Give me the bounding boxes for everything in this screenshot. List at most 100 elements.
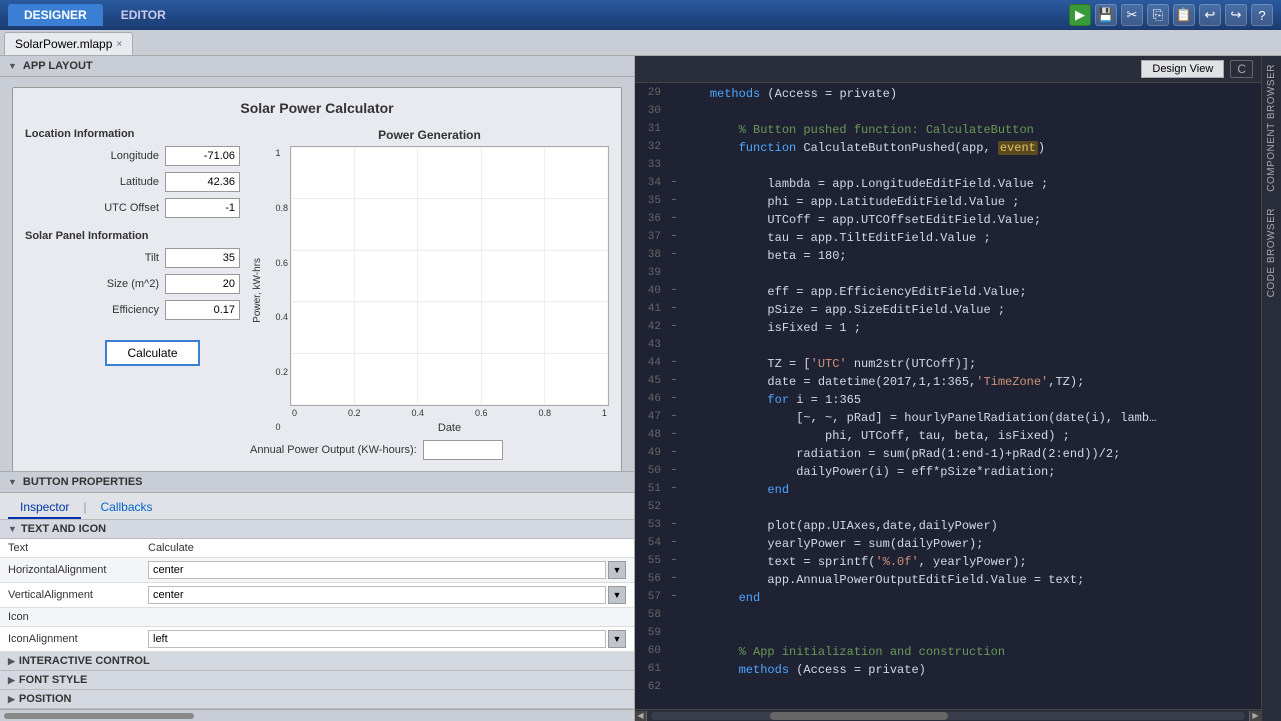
code-line: 44 – TZ = ['UTC' num2str(UTCoff)];	[635, 357, 1261, 375]
efficiency-input[interactable]	[165, 300, 240, 320]
tilt-label: Tilt	[25, 252, 165, 264]
file-tab[interactable]: SolarPower.mlapp ×	[4, 32, 133, 55]
props-panel: ▼ BUTTON PROPERTIES Inspector | Callback…	[0, 471, 634, 721]
iconalign-dropdown-arrow[interactable]: ▼	[608, 630, 626, 648]
code-line: 59	[635, 627, 1261, 645]
code-line: 34 – lambda = app.LongitudeEditField.Val…	[635, 177, 1261, 195]
left-panel: ▼ APP LAYOUT Solar Power Calculator Loca…	[0, 56, 635, 721]
longitude-input[interactable]	[165, 146, 240, 166]
efficiency-row: Efficiency	[25, 300, 240, 320]
code-line: 33	[635, 159, 1261, 177]
valign-dropdown[interactable]: center ▼	[148, 586, 626, 604]
code-line: 62	[635, 681, 1261, 699]
code-line: 53 – plot(app.UIAxes,date,dailyPower)	[635, 519, 1261, 537]
size-input[interactable]	[165, 274, 240, 294]
code-line: 37 – tau = app.TiltEditField.Value ;	[635, 231, 1261, 249]
iconalign-dropdown[interactable]: left ▼	[148, 630, 626, 648]
interactive-section[interactable]: ▶ INTERACTIVE CONTROL	[0, 652, 634, 671]
undo-icon[interactable]: ↩	[1199, 4, 1221, 26]
code-line: 36 – UTCoff = app.UTCOffsetEditField.Val…	[635, 213, 1261, 231]
code-line: 51 – end	[635, 483, 1261, 501]
code-line: 40 – eff = app.EfficiencyEditField.Value…	[635, 285, 1261, 303]
cut-icon[interactable]: ✂	[1121, 4, 1143, 26]
code-line: 58	[635, 609, 1261, 627]
code-line: 61 methods (Access = private)	[635, 663, 1261, 681]
hscroll-right[interactable]: ▶	[1249, 711, 1261, 721]
halign-dropdown-arrow[interactable]: ▼	[608, 561, 626, 579]
size-label: Size (m^2)	[25, 278, 165, 290]
paste-icon[interactable]: 📋	[1173, 4, 1195, 26]
app-layout-title: APP LAYOUT	[23, 60, 93, 72]
designer-tab[interactable]: DESIGNER	[8, 4, 103, 26]
chart-x-label: Date	[438, 422, 461, 434]
code-line: 32 function CalculateButtonPushed(app, e…	[635, 141, 1261, 159]
hscroll-thumb	[770, 712, 948, 720]
font-style-section[interactable]: ▶ FONT STYLE	[0, 671, 634, 690]
code-line: 54 – yearlyPower = sum(dailyPower);	[635, 537, 1261, 555]
code-lines[interactable]: 29 methods (Access = private) 30 31 % Bu…	[635, 83, 1261, 709]
props-halign-row: HorizontalAlignment center ▼	[0, 558, 634, 583]
chart-area: Power Generation Power, kW-hrs 1 0.	[250, 128, 609, 460]
component-browser-tab[interactable]: COMPONENT BROWSER	[1263, 56, 1280, 200]
run-icon[interactable]: ▶	[1069, 4, 1091, 26]
code-line: 39	[635, 267, 1261, 285]
design-view-shortcut: C	[1230, 60, 1253, 78]
annual-label: Annual Power Output (KW-hours):	[250, 444, 417, 456]
code-toolbar: Design View C	[635, 56, 1261, 83]
code-line: 48 – phi, UTCoff, tau, beta, isFixed) ;	[635, 429, 1261, 447]
app-frame-title: Solar Power Calculator	[25, 100, 609, 116]
text-icon-section[interactable]: ▼ TEXT AND ICON	[0, 520, 634, 539]
file-tab-close[interactable]: ×	[116, 39, 122, 50]
toolbar-icons: ▶ 💾 ✂ ⎘ 📋 ↩ ↪ ?	[1069, 4, 1273, 26]
hscroll-track	[651, 712, 1245, 720]
code-line: 42 – isFixed = 1 ;	[635, 321, 1261, 339]
code-line: 35 – phi = app.LatitudeEditField.Value ;	[635, 195, 1261, 213]
props-tabs: Inspector | Callbacks	[0, 493, 634, 520]
top-toolbar: DESIGNER EDITOR ▶ 💾 ✂ ⎘ 📋 ↩ ↪ ?	[0, 0, 1281, 30]
annual-row: Annual Power Output (KW-hours):	[250, 440, 609, 460]
props-icon-row: Icon	[0, 608, 634, 627]
design-view-button[interactable]: Design View	[1141, 60, 1224, 78]
code-line: 45 – date = datetime(2017,1,1:365,'TimeZ…	[635, 375, 1261, 393]
right-panel: Design View C 29 methods (Access = priva…	[635, 56, 1281, 721]
utcoffset-input[interactable]	[165, 198, 240, 218]
code-line: 57 – end	[635, 591, 1261, 609]
size-row: Size (m^2)	[25, 274, 240, 294]
efficiency-label: Efficiency	[25, 304, 165, 316]
utcoffset-row: UTC Offset	[25, 198, 240, 218]
code-line: 43	[635, 339, 1261, 357]
tilt-input[interactable]	[165, 248, 240, 268]
code-line: 41 – pSize = app.SizeEditField.Value ;	[635, 303, 1261, 321]
help-icon[interactable]: ?	[1251, 4, 1273, 26]
copy-icon[interactable]: ⎘	[1147, 4, 1169, 26]
calculate-button[interactable]: Calculate	[105, 340, 199, 366]
app-layout-header[interactable]: ▼ APP LAYOUT	[0, 56, 634, 77]
code-line: 38 – beta = 180;	[635, 249, 1261, 267]
props-text-row: Text Calculate	[0, 539, 634, 558]
redo-icon[interactable]: ↪	[1225, 4, 1247, 26]
code-browser-tab[interactable]: CODE BROWSER	[1263, 200, 1280, 305]
valign-dropdown-arrow[interactable]: ▼	[608, 586, 626, 604]
hscroll-left[interactable]: ◀	[635, 711, 647, 721]
tab-inspector[interactable]: Inspector	[8, 497, 81, 519]
editor-tab[interactable]: EDITOR	[105, 4, 182, 26]
code-editor: Design View C 29 methods (Access = priva…	[635, 56, 1261, 721]
code-line: 52	[635, 501, 1261, 519]
longitude-row: Longitude	[25, 146, 240, 166]
props-content: ▼ TEXT AND ICON Text Calculate Horizonta…	[0, 520, 634, 709]
chart-title: Power Generation	[250, 128, 609, 142]
tab-callbacks[interactable]: Callbacks	[88, 497, 164, 519]
annual-output-input[interactable]	[423, 440, 503, 460]
latitude-input[interactable]	[165, 172, 240, 192]
halign-dropdown[interactable]: center ▼	[148, 561, 626, 579]
code-hscroll[interactable]: ◀ ▶	[635, 709, 1261, 721]
save-icon[interactable]: 💾	[1095, 4, 1117, 26]
position-section[interactable]: ▶ POSITION	[0, 690, 634, 709]
code-line: 55 – text = sprintf('%.0f', yearlyPower)…	[635, 555, 1261, 573]
chart-y-label: Power, kW-hrs	[252, 258, 263, 323]
props-header[interactable]: ▼ BUTTON PROPERTIES	[0, 472, 634, 493]
code-line: 31 % Button pushed function: CalculateBu…	[635, 123, 1261, 141]
props-valign-row: VerticalAlignment center ▼	[0, 583, 634, 608]
file-tab-label: SolarPower.mlapp	[15, 37, 112, 51]
app-content: Location Information Longitude Latitude …	[25, 128, 609, 460]
